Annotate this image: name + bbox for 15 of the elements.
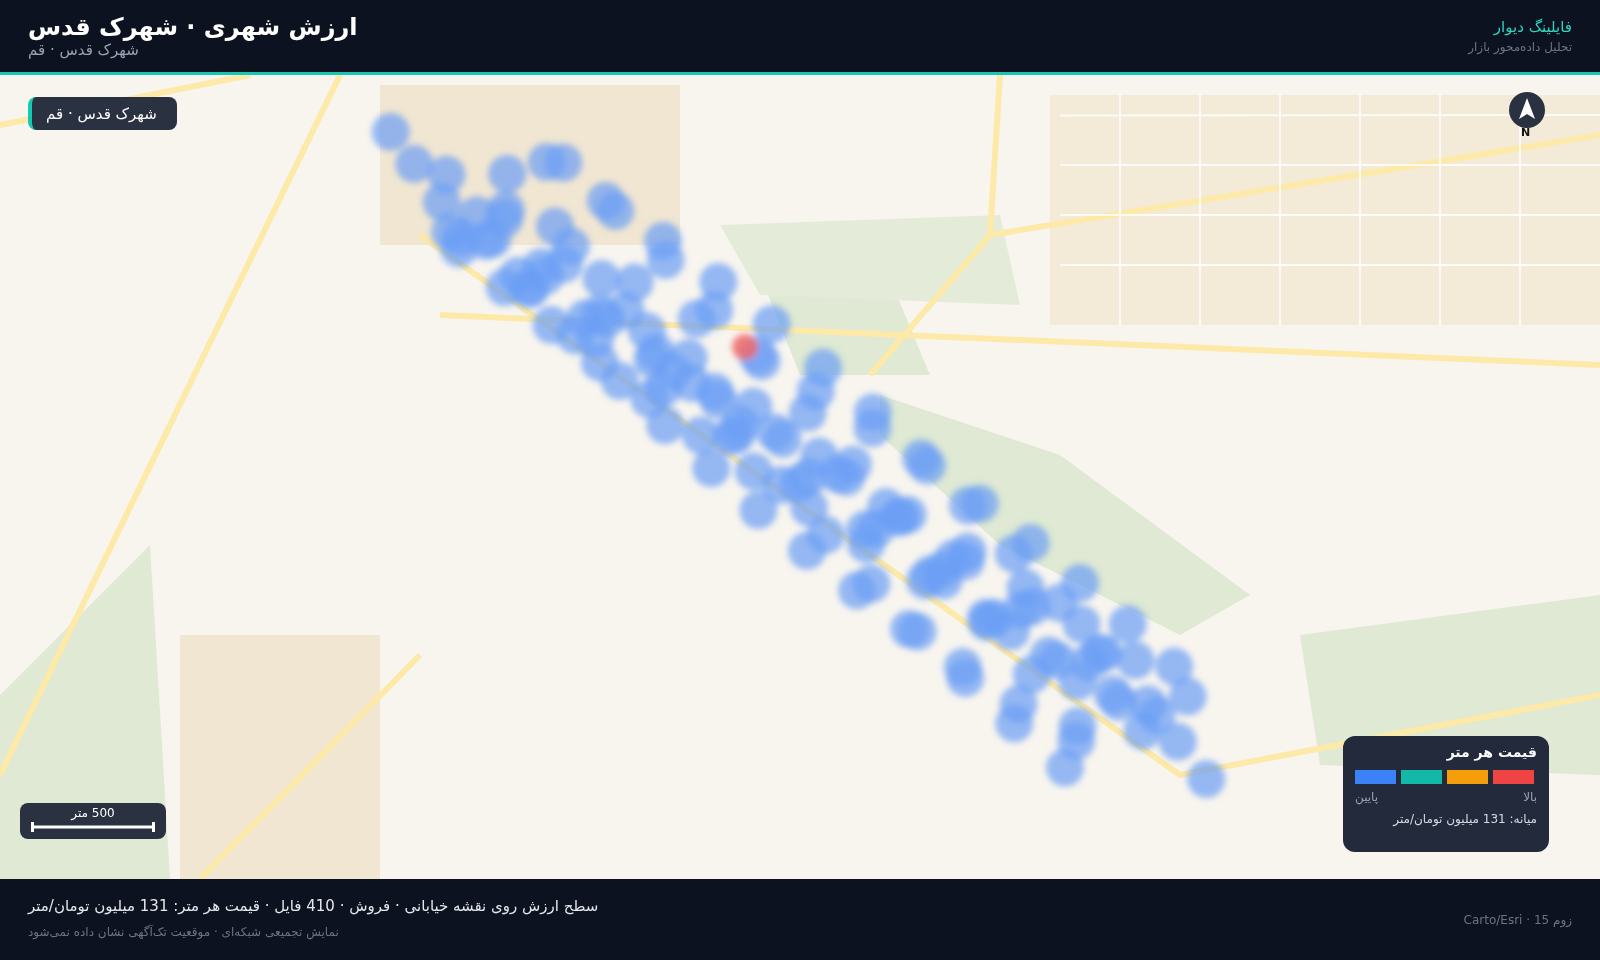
legend-title: قیمت هر متر [1445,744,1537,760]
page-title: ارزش شهری · شهرک قدس [28,13,358,41]
scale-label: 500 متر [71,806,115,820]
legend-median: میانه: 131 میلیون تومان/متر [1391,812,1537,826]
scale-ruler-icon [31,822,155,832]
map-attribution: Carto/Esri · 15 زوم [1463,913,1572,927]
north-label: N [1521,126,1531,139]
footer-note: نمایش تجمیعی شبکه‌ای · موقعیت تک‌آگهی نشان داده نمی‌شود [28,925,339,939]
footer-summary: سطح ارزش روی نقشه خیابانی · فروش · 410 فایل · قیمت هر متر: 131 میلیون تومان/متر [28,897,599,915]
legend-low-label: پایین [1355,790,1379,804]
location-badge: شهرک قدس · قم [28,97,177,130]
legend-high-label: بالا [1523,790,1537,804]
page-subtitle: شهرک قدس · قم [28,41,139,59]
brand-name: فایلینگ دیوار [1493,18,1572,36]
brand-tagline: تحلیل داده‌محور بازار [1468,40,1572,54]
